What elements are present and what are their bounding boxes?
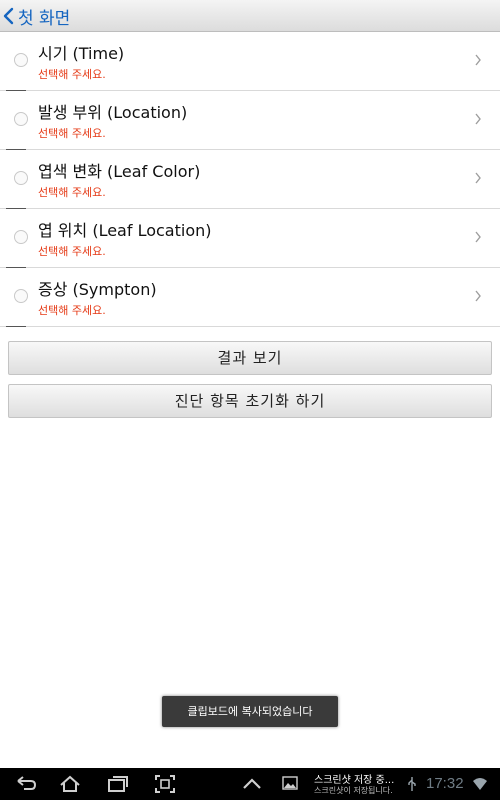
list-item-subtitle: 선택해 주세요. bbox=[38, 186, 106, 199]
radio-button[interactable] bbox=[14, 53, 28, 67]
list-item-subtitle: 선택해 주세요. bbox=[38, 304, 106, 317]
chevron-right-icon bbox=[475, 231, 481, 243]
toast-message: 클립보드에 복사되었습니다 bbox=[162, 696, 338, 727]
chevron-left-icon bbox=[3, 7, 14, 25]
reset-diagnosis-button[interactable]: 진단 항목 초기화 하기 bbox=[8, 384, 492, 418]
system-bar: 스크린샷 저장 중... 스크린샷이 저장됩니다. 17:32 bbox=[0, 768, 500, 800]
radio-button[interactable] bbox=[14, 112, 28, 126]
list-item-title: 엽 위치 (Leaf Location) bbox=[38, 221, 212, 240]
list-item-title: 증상 (Sympton) bbox=[38, 280, 157, 299]
list-item-leaf-location[interactable]: 엽 위치 (Leaf Location) 선택해 주세요. bbox=[0, 209, 500, 268]
action-bar: 첫 화면 bbox=[0, 0, 500, 32]
app-screen: 첫 화면 시기 (Time) 선택해 주세요. 발생 부위 (Location)… bbox=[0, 0, 500, 800]
diagnosis-list: 시기 (Time) 선택해 주세요. 발생 부위 (Location) 선택해 … bbox=[0, 32, 500, 327]
chevron-right-icon bbox=[475, 54, 481, 66]
menu-up-icon[interactable] bbox=[240, 774, 264, 794]
chevron-right-icon bbox=[475, 290, 481, 302]
notification-title: 스크린샷 저장 중... bbox=[314, 775, 395, 786]
usb-icon bbox=[408, 777, 416, 791]
radio-button[interactable] bbox=[14, 289, 28, 303]
list-item-title: 엽색 변화 (Leaf Color) bbox=[38, 162, 201, 181]
chevron-right-icon bbox=[475, 172, 481, 184]
chevron-right-icon bbox=[475, 113, 481, 125]
radio-button[interactable] bbox=[14, 230, 28, 244]
wifi-icon bbox=[473, 778, 487, 790]
clock: 17:32 bbox=[426, 775, 464, 792]
screenshot-icon[interactable] bbox=[153, 774, 177, 794]
list-item-subtitle: 선택해 주세요. bbox=[38, 127, 106, 140]
list-item-symptom[interactable]: 증상 (Sympton) 선택해 주세요. bbox=[0, 268, 500, 327]
notification-subtitle: 스크린샷이 저장됩니다. bbox=[314, 786, 393, 795]
list-item-time[interactable]: 시기 (Time) 선택해 주세요. bbox=[0, 32, 500, 91]
back-label: 첫 화면 bbox=[18, 8, 71, 29]
back-button[interactable]: 첫 화면 bbox=[2, 0, 70, 32]
divider-mark bbox=[6, 326, 26, 327]
list-item-title: 시기 (Time) bbox=[38, 44, 125, 63]
view-result-button[interactable]: 결과 보기 bbox=[8, 341, 492, 375]
list-item-title: 발생 부위 (Location) bbox=[38, 103, 188, 122]
recent-apps-icon[interactable] bbox=[106, 774, 130, 794]
list-item-subtitle: 선택해 주세요. bbox=[38, 245, 106, 258]
radio-button[interactable] bbox=[14, 171, 28, 185]
back-icon[interactable] bbox=[14, 774, 38, 794]
image-icon[interactable] bbox=[282, 775, 298, 791]
list-item-location[interactable]: 발생 부위 (Location) 선택해 주세요. bbox=[0, 91, 500, 150]
list-item-subtitle: 선택해 주세요. bbox=[38, 68, 106, 81]
list-item-leaf-color[interactable]: 엽색 변화 (Leaf Color) 선택해 주세요. bbox=[0, 150, 500, 209]
home-icon[interactable] bbox=[58, 774, 82, 794]
